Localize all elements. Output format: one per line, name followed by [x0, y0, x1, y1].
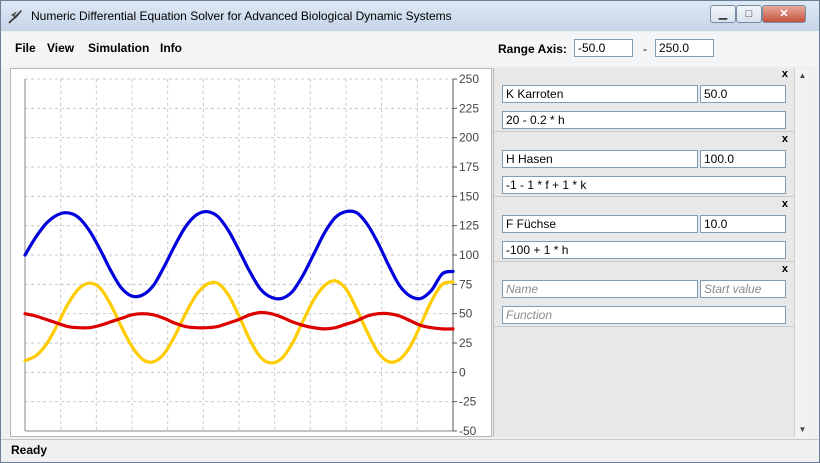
y-tick-label: 200 — [459, 131, 479, 145]
equation-entry: x — [494, 133, 794, 197]
y-tick-label: 25 — [459, 336, 473, 350]
equation-entry: x — [494, 68, 794, 132]
y-tick-label: 250 — [459, 72, 479, 86]
new-equation-entry: x — [494, 263, 794, 327]
y-tick-label: 225 — [459, 101, 479, 115]
menu-info[interactable]: Info — [160, 41, 182, 55]
equation-panel: x x x x — [493, 68, 794, 437]
start-value-field[interactable] — [700, 150, 786, 168]
y-tick-label: 175 — [459, 160, 479, 174]
new-start-value-field[interactable] — [700, 280, 786, 298]
plot-panel: 250 225 200 175 150 125 100 75 50 25 0 -25 -50 — [10, 68, 492, 437]
remove-equation-button[interactable]: x — [782, 68, 788, 80]
function-field[interactable] — [502, 111, 786, 129]
start-value-field[interactable] — [700, 215, 786, 233]
remove-equation-button[interactable]: x — [782, 263, 788, 275]
title-bar[interactable]: Numeric Differential Equation Solver for… — [1, 1, 819, 31]
equation-name-field[interactable] — [502, 215, 698, 233]
menu-simulation[interactable]: Simulation — [88, 41, 149, 55]
solution-plot: 2502252001751501251007550250-25-50 — [23, 72, 479, 436]
close-icon: ✕ — [779, 8, 789, 20]
maximize-button[interactable]: □ — [736, 5, 762, 23]
function-field[interactable] — [502, 241, 786, 259]
range-max-input[interactable] — [655, 39, 714, 57]
status-text: Ready — [11, 443, 48, 457]
y-tick-label: 50 — [459, 307, 473, 321]
remove-equation-button[interactable]: x — [782, 198, 788, 210]
function-field[interactable] — [502, 176, 786, 194]
minimize-button[interactable]: ▁ — [710, 5, 736, 23]
menu-view[interactable]: View — [47, 41, 74, 55]
minimize-icon: ▁ — [718, 8, 728, 20]
menu-file[interactable]: File — [15, 41, 36, 55]
y-tick-label: -25 — [459, 395, 477, 409]
range-axis-label: Range Axis: — [498, 42, 567, 56]
close-window-button[interactable]: ✕ — [762, 5, 806, 23]
feather-pen-icon — [8, 10, 22, 24]
y-tick-label: 75 — [459, 277, 473, 291]
y-tick-label: 100 — [459, 248, 479, 262]
equation-entry: x — [494, 198, 794, 262]
y-tick-label: -50 — [459, 424, 477, 436]
status-bar: Ready — [1, 439, 819, 462]
scroll-up-arrow-icon[interactable]: ▲ — [795, 68, 810, 83]
y-tick-label: 0 — [459, 365, 466, 379]
range-min-input[interactable] — [574, 39, 633, 57]
maximize-icon: □ — [745, 8, 753, 20]
range-separator: - — [643, 42, 647, 56]
equation-name-field[interactable] — [502, 85, 698, 103]
y-tick-label: 150 — [459, 189, 479, 203]
app-window: Numeric Differential Equation Solver for… — [0, 0, 820, 463]
equation-name-field[interactable] — [502, 150, 698, 168]
menu-bar: File View Simulation Info Range Axis: - — [1, 32, 819, 66]
new-function-field[interactable] — [502, 306, 786, 324]
remove-equation-button[interactable]: x — [782, 133, 788, 145]
vertical-scrollbar[interactable]: ▲ ▼ — [794, 68, 810, 437]
window-title: Numeric Differential Equation Solver for… — [31, 9, 452, 23]
start-value-field[interactable] — [700, 85, 786, 103]
scroll-down-arrow-icon[interactable]: ▼ — [795, 422, 810, 437]
y-tick-label: 125 — [459, 219, 479, 233]
new-name-field[interactable] — [502, 280, 698, 298]
